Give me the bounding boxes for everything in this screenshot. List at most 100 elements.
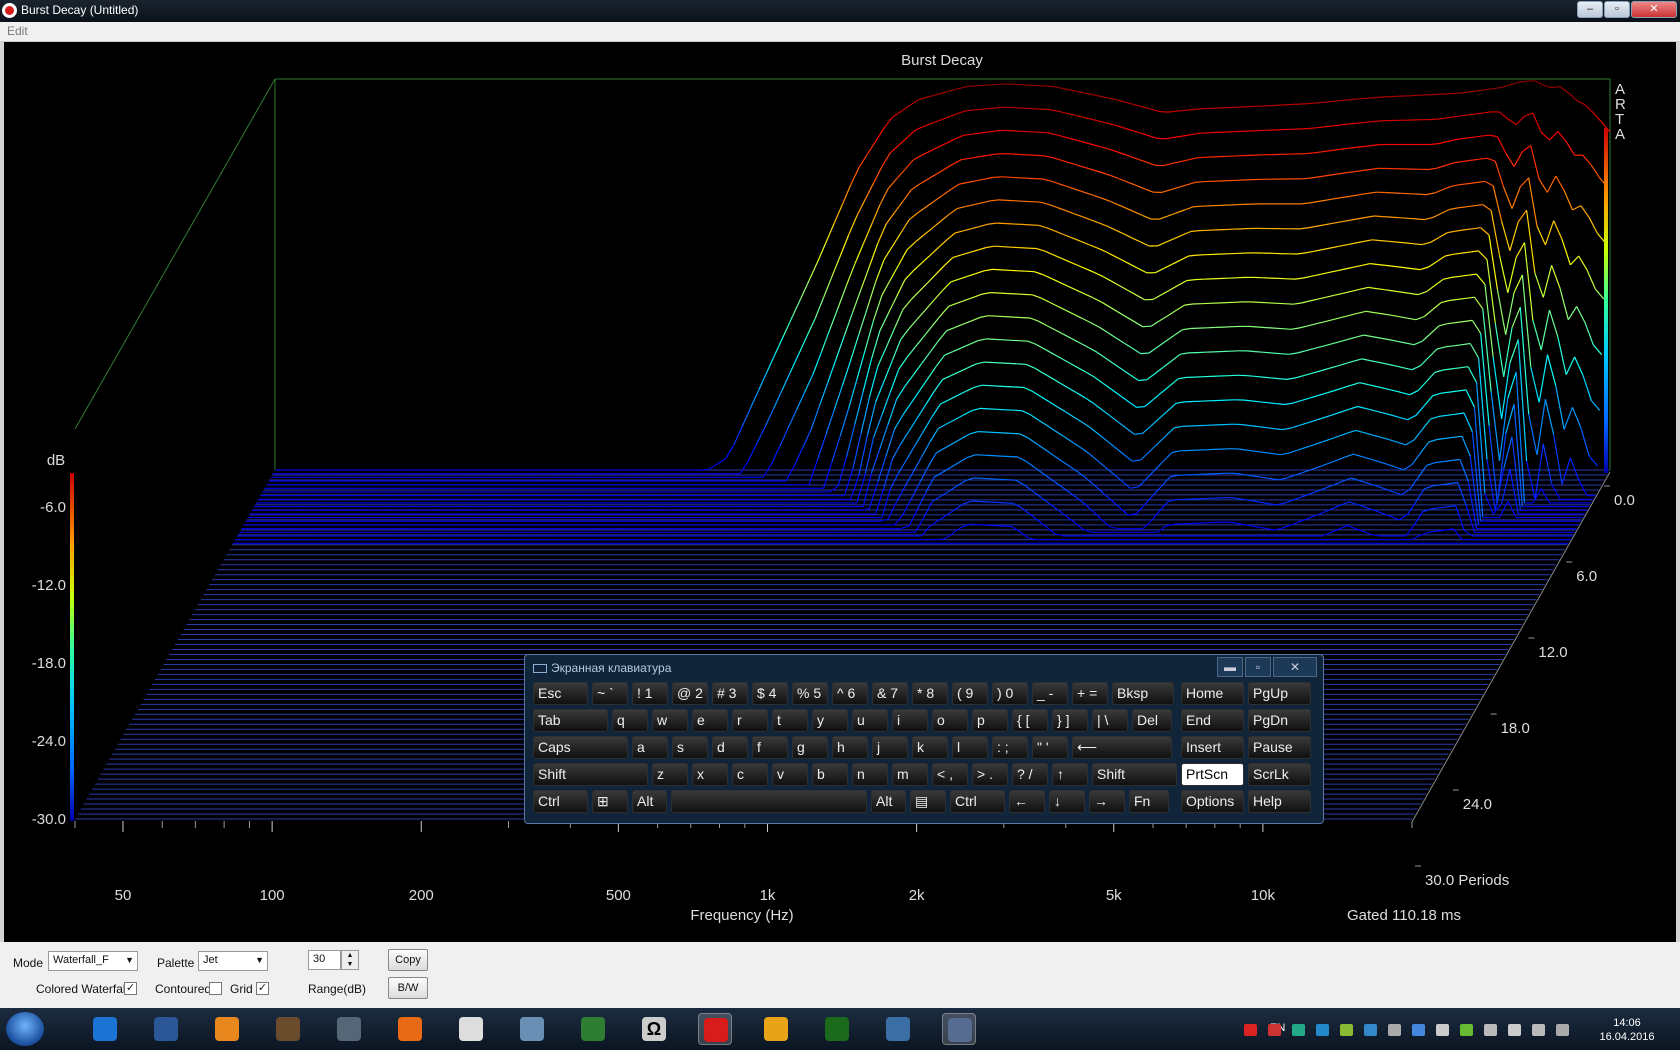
osk-key[interactable]: o [932,709,968,732]
arta-icon[interactable] [698,1013,732,1045]
osk-minimize-button[interactable]: ▬ [1217,657,1243,677]
palette-select[interactable]: Jet ▼ [198,951,268,971]
osk-key[interactable]: a [632,736,668,759]
osk-key[interactable]: i [892,709,928,732]
word-icon[interactable] [149,1013,183,1045]
osk-key[interactable]: Bksp [1112,682,1174,705]
scanner-icon[interactable] [332,1013,366,1045]
osk-key[interactable]: q [612,709,648,732]
oscilloscope-icon[interactable] [820,1013,854,1045]
mode-select[interactable]: Waterfall_F ▼ [48,951,138,971]
osk-key[interactable]: n [852,763,888,786]
osk-key[interactable]: Fn [1129,790,1169,813]
osk-key[interactable]: ← [1009,790,1045,813]
osk-key[interactable]: c [732,763,768,786]
chrome-icon[interactable] [759,1013,793,1045]
osk-key[interactable]: & 7 [872,682,908,705]
tray-icon[interactable] [1316,1024,1329,1036]
tray-icon[interactable] [1388,1024,1401,1036]
osk-key[interactable] [671,790,867,813]
osk-key[interactable]: g [792,736,828,759]
calculator-icon[interactable] [515,1013,549,1045]
osk-key[interactable]: } ] [1052,709,1088,732]
osk-key[interactable]: r [732,709,768,732]
osk-key[interactable]: w [652,709,688,732]
fox-app-icon[interactable] [454,1013,488,1045]
minimize-button[interactable]: – [1577,1,1603,18]
osk-key[interactable]: p [972,709,1008,732]
osk-key[interactable]: * 8 [912,682,948,705]
on-screen-keyboard-icon[interactable] [942,1013,976,1045]
osk-key[interactable]: ! 1 [632,682,668,705]
close-button[interactable]: ✕ [1631,1,1677,18]
osk-key[interactable]: Shift [1092,763,1177,786]
osk-key[interactable]: v [772,763,808,786]
osk-key[interactable]: Options [1181,790,1244,813]
osk-key[interactable]: z [652,763,688,786]
osk-key[interactable]: ScrLk [1248,763,1311,786]
osk-key[interactable]: Shift [533,763,648,786]
osk-key[interactable]: < , [932,763,968,786]
osk-key[interactable]: Alt [871,790,906,813]
colored-waterfall-checkbox[interactable]: ✓ [124,982,137,995]
osk-key[interactable]: ⟵ [1072,736,1172,759]
tray-icon[interactable] [1556,1024,1569,1036]
osk-key[interactable]: ▤ [910,790,946,813]
tray-icon[interactable] [1340,1024,1353,1036]
tray-icon[interactable] [1268,1024,1281,1036]
osk-key[interactable]: l [952,736,988,759]
osk-key[interactable]: e [692,709,728,732]
osk-key[interactable]: ? / [1012,763,1048,786]
photo-viewer-icon[interactable] [271,1013,305,1045]
osk-key[interactable]: Insert [1181,736,1244,759]
osk-key[interactable]: b [812,763,848,786]
osk-key[interactable]: f [752,736,788,759]
osk-key[interactable]: % 5 [792,682,828,705]
osk-key[interactable]: | \ [1092,709,1128,732]
osk-key[interactable]: : ; [992,736,1028,759]
osk-key[interactable]: Tab [533,709,608,732]
tray-icon[interactable] [1436,1024,1449,1036]
chart-app-icon[interactable] [881,1013,915,1045]
osk-key[interactable]: > . [972,763,1008,786]
tray-icon[interactable] [1460,1024,1473,1036]
range-input[interactable]: 30 [308,950,341,970]
osk-key[interactable]: → [1089,790,1125,813]
range-spinner[interactable]: ▲ ▼ [341,950,359,970]
osk-key[interactable]: h [832,736,868,759]
osk-close-button[interactable]: ✕ [1273,657,1317,677]
osk-key[interactable]: Ctrl [533,790,588,813]
osk-key[interactable]: # 3 [712,682,748,705]
copy-button[interactable]: Copy [388,949,428,971]
spectrum-app-icon[interactable] [576,1013,610,1045]
osk-key[interactable]: PgUp [1248,682,1311,705]
osk-key[interactable]: s [672,736,708,759]
osk-key[interactable]: t [772,709,808,732]
clock[interactable]: 14:06 16.04.2016 [1596,1016,1658,1044]
osk-key[interactable]: Esc [533,682,588,705]
internet-explorer-icon[interactable] [88,1013,122,1045]
osk-key[interactable]: ⊞ [592,790,628,813]
osk-key[interactable]: { [ [1012,709,1048,732]
on-screen-keyboard[interactable]: Экранная клавиатура ▬ ▫ ✕ Esc ~ `! 1 @ 2 # … [524,654,1324,824]
osk-key[interactable]: k [912,736,948,759]
osk-key[interactable]: ( 9 [952,682,988,705]
osk-key[interactable]: ~ ` [592,682,628,705]
osk-key[interactable]: End [1181,709,1244,732]
tray-icon[interactable] [1244,1024,1257,1036]
media-player-icon[interactable] [210,1013,244,1045]
osk-key[interactable]: x [692,763,728,786]
tray-icon[interactable] [1364,1024,1377,1036]
osk-key[interactable]: y [812,709,848,732]
osk-key[interactable]: Caps [533,736,628,759]
osk-key[interactable]: + = [1072,682,1108,705]
osk-key[interactable]: ↑ [1052,763,1088,786]
tray-icon[interactable] [1292,1024,1305,1036]
osk-key[interactable]: m [892,763,928,786]
menu-edit[interactable]: Edit [7,24,28,38]
osk-key[interactable]: Home [1181,682,1244,705]
osk-key[interactable]: Help [1248,790,1311,813]
tray-icon[interactable] [1508,1024,1521,1036]
osk-key[interactable]: ↓ [1049,790,1085,813]
tray-icon[interactable] [1412,1024,1425,1036]
